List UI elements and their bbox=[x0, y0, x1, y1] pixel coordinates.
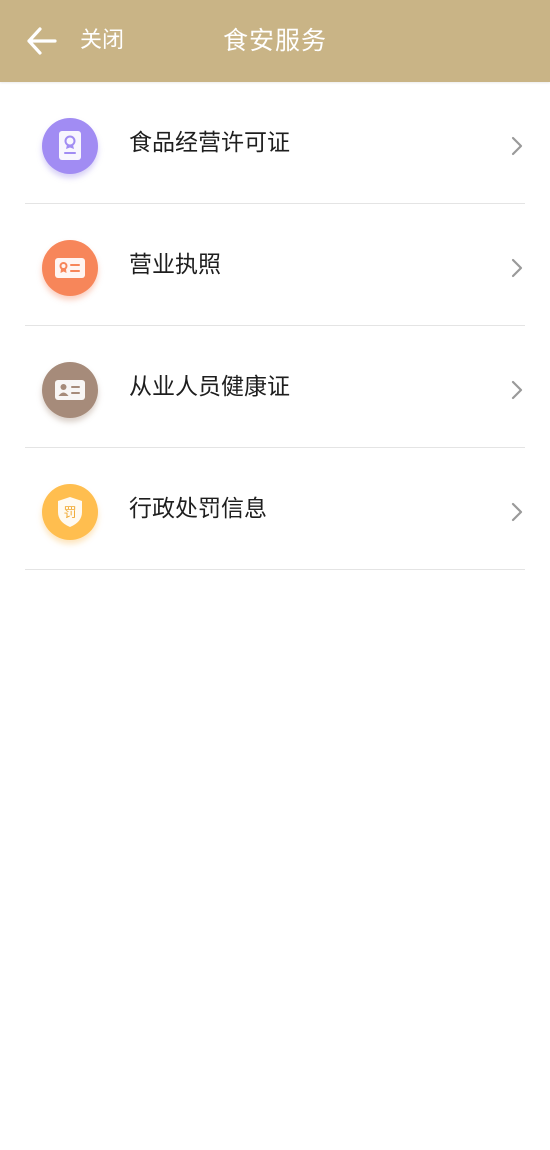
list-item-administrative-penalty[interactable]: 罚 行政处罚信息 bbox=[0, 448, 550, 570]
chevron-right-icon bbox=[510, 501, 524, 523]
list-item-label: 行政处罚信息 bbox=[129, 496, 267, 522]
chevron-right-icon bbox=[510, 257, 524, 279]
list-item-food-license[interactable]: 食品经营许可证 bbox=[0, 82, 550, 204]
list-item-label: 从业人员健康证 bbox=[129, 374, 290, 400]
penalty-shield-icon: 罚 bbox=[42, 484, 98, 540]
health-certificate-icon bbox=[42, 362, 98, 418]
business-license-icon bbox=[42, 240, 98, 296]
service-list: 食品经营许可证 营业执照 从业人员健康证 罚 行政处罚信息 bbox=[0, 82, 550, 570]
list-item-label: 食品经营许可证 bbox=[129, 130, 290, 156]
list-item-label: 营业执照 bbox=[129, 252, 221, 278]
penalty-glyph: 罚 bbox=[63, 506, 76, 521]
top-navigation-bar: 关闭 食安服务 bbox=[0, 0, 550, 82]
page-title: 食安服务 bbox=[222, 26, 327, 55]
license-certificate-icon bbox=[42, 118, 98, 174]
list-item-business-license[interactable]: 营业执照 bbox=[0, 204, 550, 326]
chevron-right-icon bbox=[510, 379, 524, 401]
list-item-health-certificate[interactable]: 从业人员健康证 bbox=[0, 326, 550, 448]
chevron-right-icon bbox=[510, 135, 524, 157]
